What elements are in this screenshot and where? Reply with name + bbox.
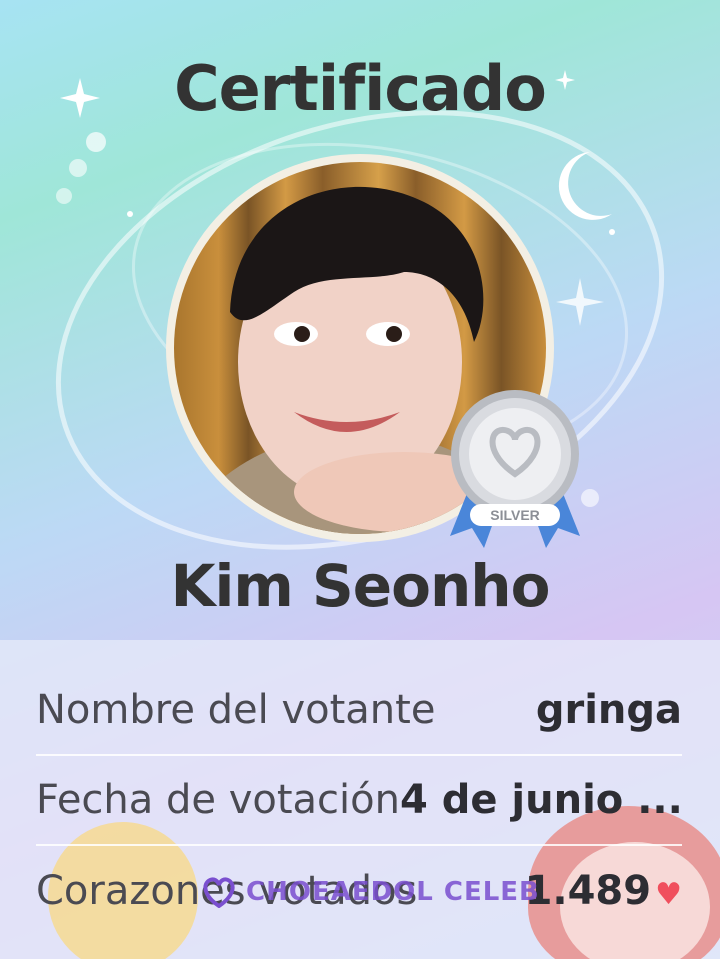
vote-date-row: Fecha de votación 4 de junio ... (36, 756, 683, 846)
heart-icon: ♥ (655, 877, 682, 912)
celebrity-name: Kim Seonho (170, 552, 551, 620)
vote-date-label: Fecha de votación (36, 777, 400, 823)
brand-watermark-text: CHOEAEDOL CELEB (246, 877, 540, 907)
certificate-title: Certificado (174, 52, 547, 125)
voter-name-row: Nombre del votante gringa (36, 666, 682, 756)
brand-watermark: CHOEAEDOL CELEB (200, 872, 540, 912)
hearts-voted-value: 1.489 (524, 868, 652, 914)
crescent-moon-icon (558, 152, 612, 220)
vote-date-value: 4 de junio ... (399, 777, 683, 823)
voter-name-value: gringa (535, 687, 682, 733)
voter-name-label: Nombre del votante (36, 687, 436, 733)
hearts-voted-value-group: 1.489 ♥ (525, 868, 682, 914)
brand-logo-icon (203, 877, 235, 908)
svg-text:SILVER: SILVER (490, 507, 540, 523)
silver-medal-icon: SILVER (450, 390, 580, 548)
